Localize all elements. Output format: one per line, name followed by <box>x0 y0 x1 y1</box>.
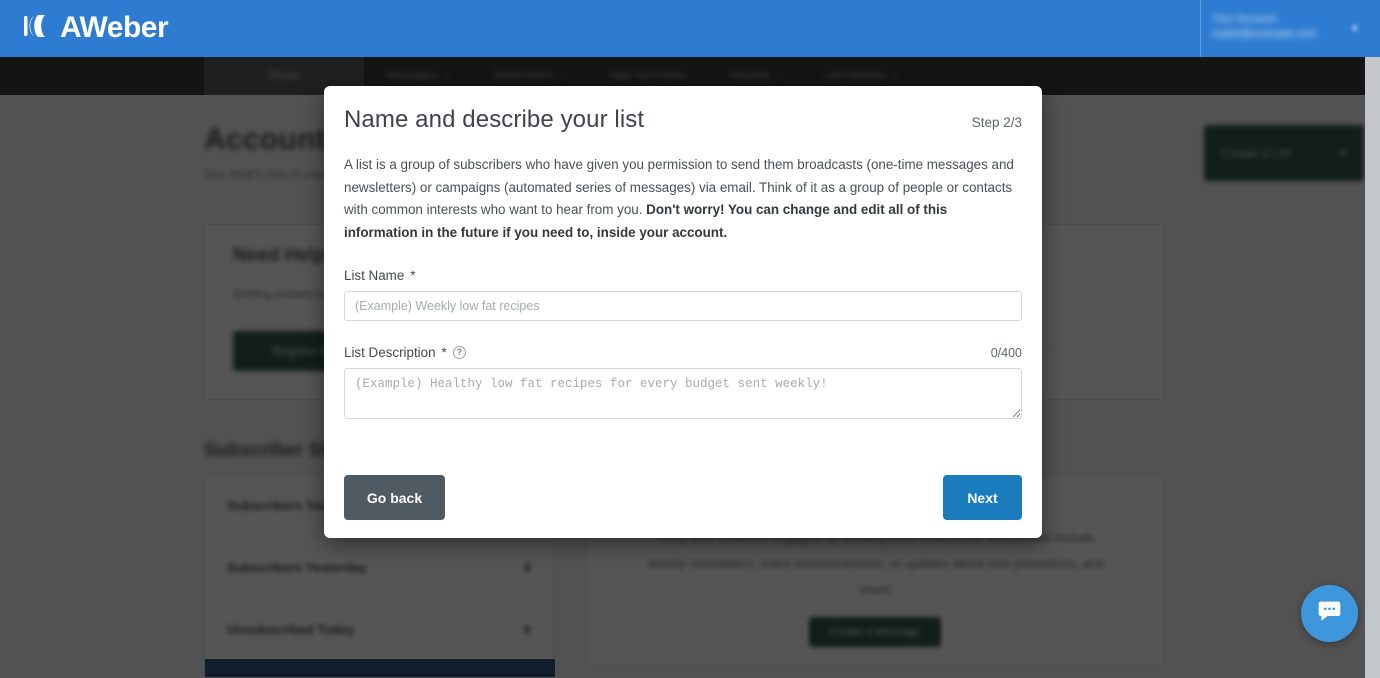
aweber-logo[interactable]: AWeber <box>24 10 169 46</box>
page-scrollbar[interactable] <box>1365 57 1380 678</box>
top-header-bar: AWeber Your Account mylist@example.com ▾ <box>0 0 1380 57</box>
next-button[interactable]: Next <box>943 475 1022 520</box>
name-and-describe-list-modal: Name and describe your list Step 2/3 A l… <box>324 86 1042 538</box>
list-name-label: List Name * <box>344 268 1022 283</box>
list-name-input[interactable] <box>344 291 1022 322</box>
modal-actions: Go back Next <box>344 475 1022 520</box>
required-marker: * <box>410 268 416 284</box>
modal-header: Name and describe your list Step 2/3 <box>344 86 1022 134</box>
list-description-label-row: List Description * ? 0/400 <box>344 345 1022 360</box>
account-name: Your Account <box>1212 13 1277 25</box>
list-name-label-text: List Name <box>344 268 405 284</box>
aweber-logo-icon <box>24 11 56 46</box>
go-back-button[interactable]: Go back <box>344 475 445 520</box>
chat-bubble-icon <box>1316 598 1343 630</box>
modal-description: A list is a group of subscribers who hav… <box>344 154 1022 244</box>
list-description-label-text: List Description <box>344 345 436 361</box>
header-divider <box>1200 0 1201 57</box>
brand-name: AWeber <box>60 11 169 44</box>
character-counter: 0/400 <box>990 345 1022 360</box>
chevron-down-icon[interactable]: ▾ <box>1352 22 1358 35</box>
account-menu[interactable]: Your Account mylist@example.com <box>1212 12 1342 42</box>
account-email: mylist@example.com <box>1212 28 1317 40</box>
chat-widget-button[interactable] <box>1301 585 1358 642</box>
question-circle-icon[interactable]: ? <box>452 346 466 360</box>
required-marker: * <box>441 345 447 361</box>
list-description-textarea[interactable] <box>344 368 1022 420</box>
modal-title: Name and describe your list <box>344 106 645 133</box>
modal-step-indicator: Step 2/3 <box>971 115 1022 130</box>
